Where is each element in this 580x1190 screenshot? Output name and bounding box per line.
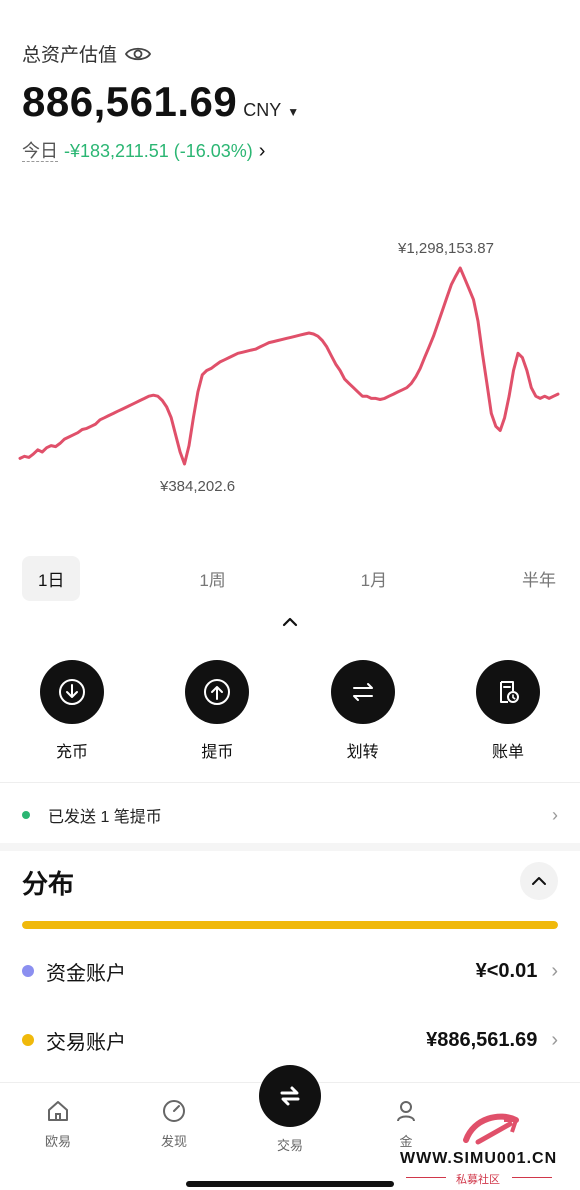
distribution-title: 分布 <box>22 869 75 899</box>
section-separator <box>0 843 580 851</box>
today-label: 今日 <box>22 141 58 162</box>
withdraw-button[interactable]: 提币 <box>167 660 267 762</box>
withdrawal-notice[interactable]: 已发送 1 笔提币 › <box>0 790 580 840</box>
time-range-selector: 1日 1周 1月 半年 <box>22 556 558 601</box>
total-value-row: 886,561.69 CNY ▼ <box>22 78 299 126</box>
withdraw-label: 提币 <box>201 744 234 761</box>
deposit-button[interactable]: 充币 <box>22 660 122 762</box>
today-change-value: -¥183,211.51 (-16.03%) <box>64 141 253 161</box>
transfer-icon <box>330 660 395 724</box>
watermark-site: WWW.SIMU001.CN <box>400 1150 558 1167</box>
distribution-bar-fill <box>22 921 558 929</box>
chevron-up-icon <box>532 877 546 885</box>
distribution-bar <box>22 921 558 929</box>
watermark-line-right <box>512 1177 552 1178</box>
currency-selector[interactable]: CNY <box>243 100 281 121</box>
withdraw-icon <box>185 660 250 724</box>
caret-down-icon[interactable]: ▼ <box>287 105 299 119</box>
asset-line-chart <box>18 266 560 466</box>
range-1w[interactable]: 1周 <box>183 556 241 601</box>
transfer-label: 划转 <box>346 744 379 761</box>
watermark: WWW.SIMU001.CN 私募社区 <box>400 1110 576 1186</box>
transfer-button[interactable]: 划转 <box>313 660 413 762</box>
chart-trough-label: ¥384,202.6 <box>160 478 236 495</box>
watermark-line-left <box>406 1177 446 1178</box>
bill-button[interactable]: 账单 <box>458 660 558 762</box>
total-assets-header: 总资产估值 <box>22 40 152 67</box>
funding-account-row[interactable]: 资金账户 ¥<0.01 › <box>22 951 558 991</box>
chevron-right-icon[interactable]: › <box>551 1029 558 1052</box>
tab-home-label: 欧易 <box>44 1134 71 1149</box>
tab-trade[interactable]: 交易 <box>250 1135 330 1154</box>
divider <box>0 782 580 783</box>
trading-account-name: 交易账户 <box>46 1031 126 1054</box>
bill-label: 账单 <box>491 744 524 761</box>
trading-account-dot <box>22 1034 34 1046</box>
total-assets-title: 总资产估值 <box>22 45 118 66</box>
range-1m[interactable]: 1月 <box>345 556 403 601</box>
distribution-collapse-button[interactable] <box>520 862 558 900</box>
watermark-logo-icon <box>463 1113 519 1145</box>
today-change-row[interactable]: 今日 -¥183,211.51 (-16.03%) › <box>22 140 265 163</box>
chevron-right-icon[interactable]: › <box>259 140 266 163</box>
home-indicator <box>186 1181 394 1187</box>
chevron-right-icon[interactable]: › <box>552 805 558 826</box>
deposit-icon <box>40 660 104 724</box>
trading-account-value: ¥886,561.69 <box>426 1028 538 1051</box>
range-6m[interactable]: 半年 <box>506 556 558 601</box>
chevron-up-icon[interactable] <box>280 614 300 630</box>
eye-icon[interactable] <box>125 45 152 63</box>
tab-home[interactable]: 欧易 <box>18 1097 98 1150</box>
funding-account-dot <box>22 965 34 977</box>
asset-value-line <box>18 266 560 466</box>
status-dot <box>22 811 30 819</box>
chart-peak-label: ¥1,298,153.87 <box>398 240 494 257</box>
watermark-sub: 私募社区 <box>456 1174 500 1186</box>
tab-trade-label: 交易 <box>276 1138 303 1153</box>
quick-actions: 充币 提币 划转 账单 <box>22 660 558 762</box>
total-value: 886,561.69 <box>22 78 238 125</box>
bill-icon <box>475 660 540 724</box>
range-1d[interactable]: 1日 <box>22 556 81 601</box>
discover-icon <box>163 1100 185 1122</box>
funding-account-name: 资金账户 <box>46 962 126 985</box>
trade-icon <box>280 1086 300 1106</box>
trading-account-row[interactable]: 交易账户 ¥886,561.69 › <box>22 1020 558 1060</box>
home-icon <box>48 1101 68 1121</box>
tab-discover-label: 发现 <box>160 1134 187 1149</box>
funding-account-value: ¥<0.01 <box>475 959 538 982</box>
withdrawal-notice-text: 已发送 1 笔提币 <box>48 809 162 826</box>
trade-button[interactable] <box>259 1065 321 1127</box>
chevron-right-icon[interactable]: › <box>551 960 558 983</box>
tab-discover[interactable]: 发现 <box>134 1097 214 1150</box>
deposit-label: 充币 <box>55 744 88 761</box>
